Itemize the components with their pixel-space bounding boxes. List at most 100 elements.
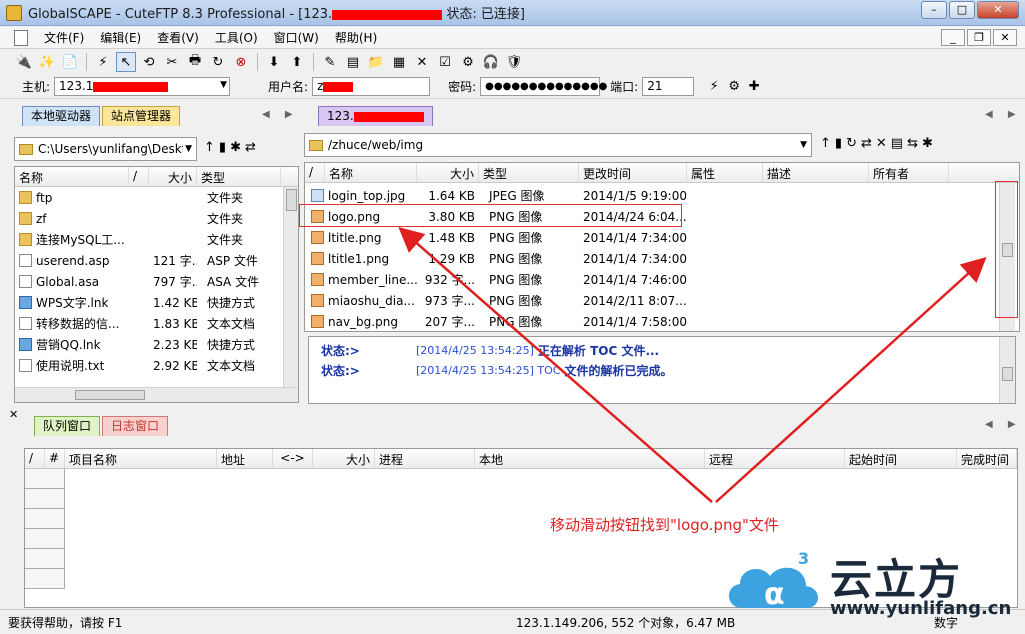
col-description[interactable]: 描述 (763, 163, 869, 182)
local-horizontal-scrollbar[interactable] (15, 387, 298, 402)
remote-file-row[interactable]: member_line.... 932 字... PNG 图像 2014/1/4 7:… (305, 269, 1019, 290)
col-index[interactable]: # (45, 449, 65, 468)
col-remote[interactable]: 远程 (705, 449, 845, 468)
local-file-row[interactable]: zf 文件夹 (15, 208, 298, 229)
local-vertical-scrollbar[interactable] (283, 187, 298, 387)
queue-row[interactable] (25, 469, 65, 489)
col-owner[interactable]: 所有者 (869, 163, 949, 182)
mdi-minimize-button[interactable]: _ (941, 29, 965, 46)
col-start-time[interactable]: 起始时间 (845, 449, 957, 468)
shield-icon[interactable]: 🛡 (504, 52, 524, 72)
remote-path-combo[interactable]: /zhuce/web/img ▼ (304, 133, 812, 157)
sync-icon[interactable]: ⇄ (245, 140, 256, 155)
refresh-icon[interactable]: ↻ (208, 52, 228, 72)
wizard-icon[interactable]: ✨ (37, 52, 57, 72)
local-scroll-thumb[interactable] (286, 189, 297, 211)
remote-file-row[interactable]: nav_bg.png 207 字... PNG 图像 2014/1/4 7:58:00 (305, 311, 1019, 331)
transfer-icon[interactable]: ⇆ (907, 136, 918, 151)
tab-queue-window[interactable]: 队列窗口 (34, 416, 101, 436)
new-icon[interactable]: 📄 (60, 52, 80, 72)
delete-icon[interactable]: ✕ (412, 52, 432, 72)
remote-file-row[interactable]: login_top.jpg 1.64 KB JPEG 图像 2014/1/5 9:19… (305, 185, 1019, 206)
col-size[interactable]: 大小 (149, 167, 197, 186)
col-modified[interactable]: 更改时间 (579, 163, 687, 182)
folder-icon[interactable]: 📁 (366, 52, 386, 72)
up-folder-icon[interactable]: ↑ (204, 140, 215, 155)
mdi-close-button[interactable]: ✕ (993, 29, 1017, 46)
user-input[interactable]: z (312, 77, 431, 96)
log-scroll-thumb[interactable] (1002, 367, 1013, 381)
chevron-down-icon[interactable]: ▼ (220, 78, 227, 93)
menu-help[interactable]: 帮助(H) (327, 29, 385, 46)
local-path-combo[interactable]: C:\Users\yunlifang\Deskt ▼ (14, 137, 197, 161)
local-file-row[interactable]: 营销QQ.lnk 2.23 KB 快捷方式 (15, 334, 298, 355)
local-file-row[interactable]: ftp 文件夹 (15, 187, 298, 208)
print-icon[interactable]: 🖶 (185, 52, 205, 72)
view-icon[interactable]: ▤ (891, 136, 903, 151)
col-address[interactable]: 地址 (217, 449, 273, 468)
connect-icon[interactable]: 🔌 (14, 52, 34, 72)
queue-row[interactable] (25, 509, 65, 529)
chevron-down-icon[interactable]: ▼ (185, 144, 192, 154)
tab-local-drives[interactable]: 本地驱动器 (22, 106, 101, 126)
quick-connect-icon[interactable]: ⚡ (93, 52, 113, 72)
port-input[interactable]: 21 (642, 77, 695, 96)
col-size[interactable]: 大小 (417, 163, 479, 182)
mdi-restore-button[interactable]: ❐ (967, 29, 991, 46)
close-button[interactable]: ✕ (977, 1, 1019, 19)
connect-icon[interactable]: ⚡ (704, 77, 724, 97)
password-input[interactable]: ●●●●●●●●●●●●●● (480, 77, 607, 96)
col-attributes[interactable]: 属性 (687, 163, 763, 182)
remote-file-row[interactable]: ltitle.png 1.48 KB PNG 图像 2014/1/4 7:34:00 (305, 227, 1019, 248)
disconnect-icon[interactable]: ✂ (162, 52, 182, 72)
reconnect-icon[interactable]: ⟲ (139, 52, 159, 72)
log-vertical-scrollbar[interactable] (999, 337, 1015, 403)
support-icon[interactable]: 🎧 (481, 52, 501, 72)
properties-icon[interactable]: ☑ (435, 52, 455, 72)
tab-log-window[interactable]: 日志窗口 (102, 416, 169, 436)
queue-row[interactable] (25, 569, 65, 589)
tab-remote-site[interactable]: 123. (318, 106, 433, 126)
remote-file-row[interactable]: miaoshu_dia... 973 字... PNG 图像 2014/2/11 8:… (305, 290, 1019, 311)
pointer-icon[interactable]: ↖ (116, 52, 136, 72)
queue-row[interactable] (25, 489, 65, 509)
menu-view[interactable]: 查看(V) (149, 29, 207, 46)
queue-row[interactable] (25, 549, 65, 569)
col-sort[interactable]: / (129, 167, 149, 186)
col-item-name[interactable]: 项目名称 (65, 449, 217, 468)
queue-tab-nav-arrows[interactable]: ◀ ▶ (985, 419, 1022, 430)
view-icon[interactable]: ▤ (343, 52, 363, 72)
stop-icon[interactable]: ⊗ (231, 52, 251, 72)
rename-icon[interactable]: ▦ (389, 52, 409, 72)
settings-icon[interactable]: ⚙ (458, 52, 478, 72)
edit-icon[interactable]: ✎ (320, 52, 340, 72)
col-size[interactable]: 大小 (313, 449, 375, 468)
remote-tab-nav-arrows[interactable]: ◀ ▶ (985, 109, 1022, 120)
book-icon[interactable]: ▮ (835, 136, 842, 151)
chevron-down-icon[interactable]: ▼ (800, 140, 807, 150)
host-input[interactable]: 123.1 ▼ (54, 77, 231, 96)
col-local[interactable]: 本地 (475, 449, 705, 468)
menu-file[interactable]: 文件(F) (36, 29, 92, 46)
menu-window[interactable]: 窗口(W) (266, 29, 327, 46)
sync-icon[interactable]: ⇄ (861, 136, 872, 151)
add-site-icon[interactable]: ✚ (744, 77, 764, 97)
col-name[interactable]: 名称 (15, 167, 129, 186)
minimize-button[interactable]: – (921, 1, 947, 19)
download-icon[interactable]: ⬇ (264, 52, 284, 72)
col-sort[interactable]: / (25, 449, 45, 468)
local-file-row[interactable]: Global.asa 797 字... ASA 文件 (15, 271, 298, 292)
col-sort[interactable]: / (305, 163, 325, 182)
col-direction[interactable]: <-> (273, 449, 313, 468)
col-progress[interactable]: 进程 (375, 449, 475, 468)
settings-icon[interactable]: ⚙ (724, 77, 744, 97)
document-icon[interactable] (14, 29, 28, 46)
tab-site-manager[interactable]: 站点管理器 (102, 106, 181, 126)
menu-edit[interactable]: 编辑(E) (92, 29, 149, 46)
local-file-row[interactable]: 使用说明.txt 2.92 KB 文本文档 (15, 355, 298, 376)
new-folder-icon[interactable]: ✱ (922, 136, 933, 151)
col-type[interactable]: 类型 (479, 163, 579, 182)
close-icon[interactable]: ✕ (9, 408, 18, 421)
delete-icon[interactable]: ✕ (876, 136, 887, 151)
local-hscroll-thumb[interactable] (75, 390, 145, 400)
